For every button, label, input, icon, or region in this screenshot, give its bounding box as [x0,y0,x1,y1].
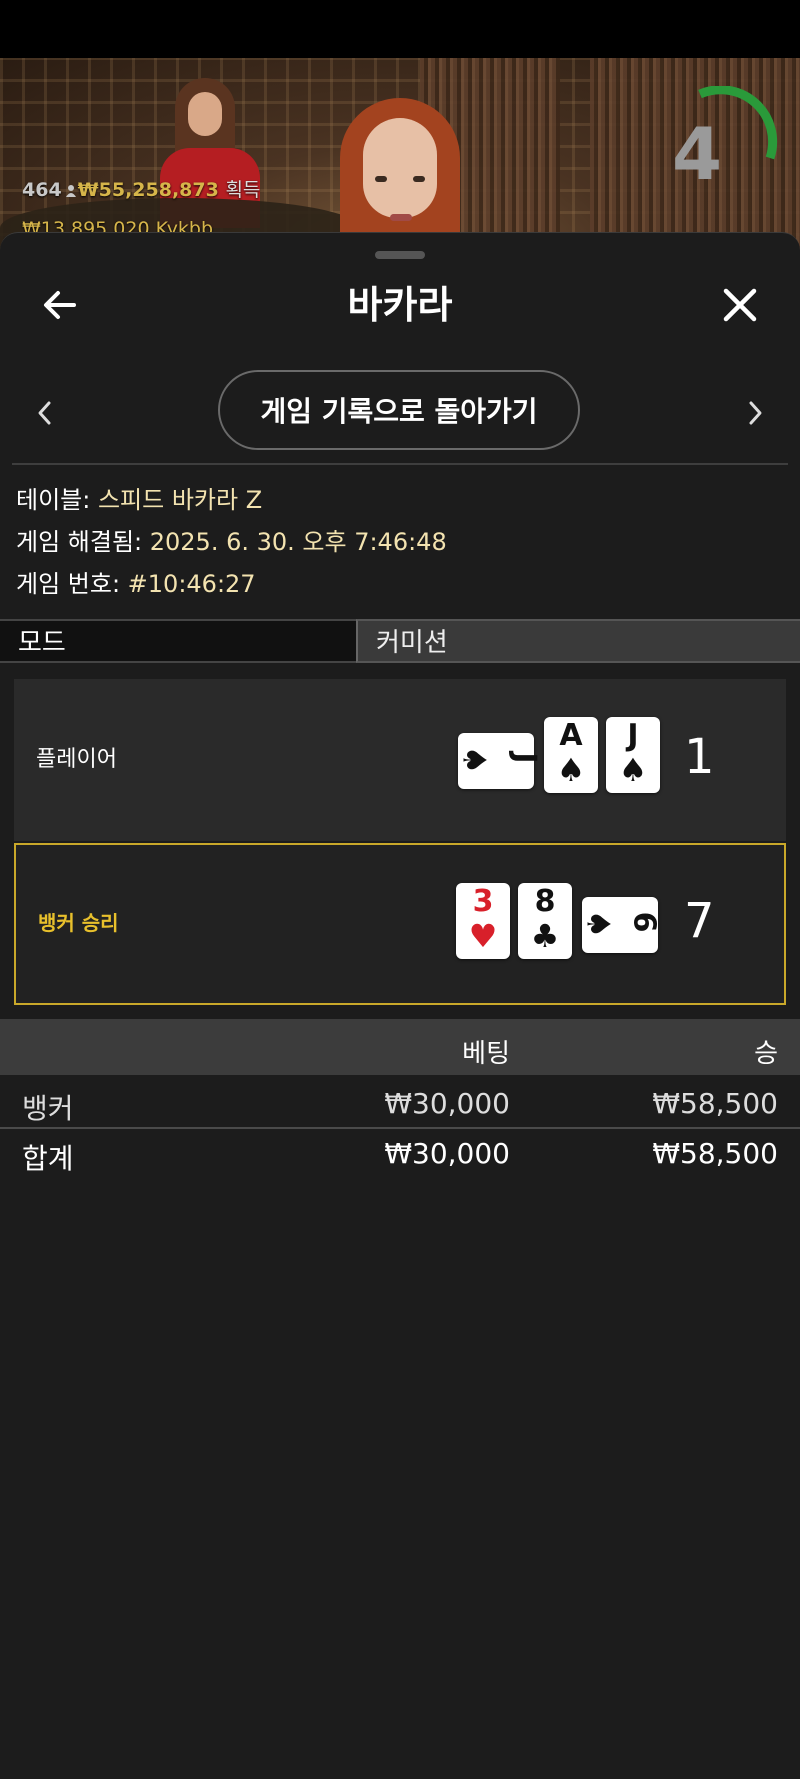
bet-amount: ₩30,000 [384,1087,510,1120]
mode-row: 모드 커미션 [0,619,800,665]
total-bet: ₩30,000 [384,1137,510,1170]
chevron-left-icon[interactable] [30,393,60,433]
total-label: 합계 [22,1142,74,1175]
game-detail-sheet: 바카라 게임 기록으로 돌아가기 테이블: 스피드 바카라 Z 게임 해결됨: … [0,232,800,1779]
win-column-header: 승 [754,1039,778,1069]
back-to-history-button[interactable]: 게임 기록으로 돌아가기 [218,370,580,450]
table-info: 테이블: 스피드 바카라 Z [16,485,262,515]
close-icon[interactable] [718,283,762,327]
player-label: 플레이어 [36,747,117,772]
player-card-2: A ♠ [544,717,598,793]
banker-hand: 뱅커 승리 3 ♥ 8 ♣ 6 ♠ 7 [14,843,786,1005]
mode-value: 커미션 [356,619,800,663]
banker-score: 7 [684,893,715,949]
win-amount: ₩58,500 [652,1087,778,1120]
player-hand: 플레이어 J ♠ A ♠ J ♠ 1 [14,679,786,841]
resolved-value: 2025. 6. 30. 오후 7:46:48 [149,528,447,556]
total-win-label: 획득 [225,179,261,201]
bet-column-header: 베팅 [462,1039,510,1069]
chevron-right-icon[interactable] [740,393,770,433]
player-card-1: J ♠ [455,733,542,789]
drag-handle[interactable] [375,251,425,259]
table-value: 스피드 바카라 Z [97,486,263,514]
banker-card-3: 6 ♠ [579,897,662,953]
game-number-info: 게임 번호: #10:46:27 [16,569,256,599]
total-win-amount: ₩55,258,873 [77,179,219,201]
player-score: 1 [684,729,715,785]
banker-win-label: 뱅커 승리 [38,911,119,935]
player-card-3: J ♠ [606,717,660,793]
table-label: 테이블: [16,486,98,514]
divider [12,463,788,465]
game-number-label: 게임 번호: [16,570,128,598]
total-row: 합계 ₩30,000 ₩58,500 [0,1129,800,1177]
person-icon [65,185,76,197]
status-bar [0,0,800,58]
table-row: 뱅커 ₩30,000 ₩58,500 [0,1079,800,1129]
banker-card-2: 8 ♣ [518,883,572,959]
total-win: ₩58,500 [652,1137,778,1170]
page-title: 바카라 [347,283,453,327]
banker-card-1: 3 ♥ [456,883,510,959]
game-number-value: #10:46:27 [127,570,256,598]
bets-table-header: 베팅 승 [0,1019,800,1075]
live-stats: 464 ₩55,258,873 획득 [22,175,260,202]
countdown-timer: 4 [672,112,723,196]
resolved-info: 게임 해결됨: 2025. 6. 30. 오후 7:46:48 [16,527,447,557]
mode-label: 모드 [0,619,356,663]
bet-name: 뱅커 [22,1092,74,1125]
resolved-label: 게임 해결됨: [16,528,150,556]
player-count: 464 [22,179,62,201]
